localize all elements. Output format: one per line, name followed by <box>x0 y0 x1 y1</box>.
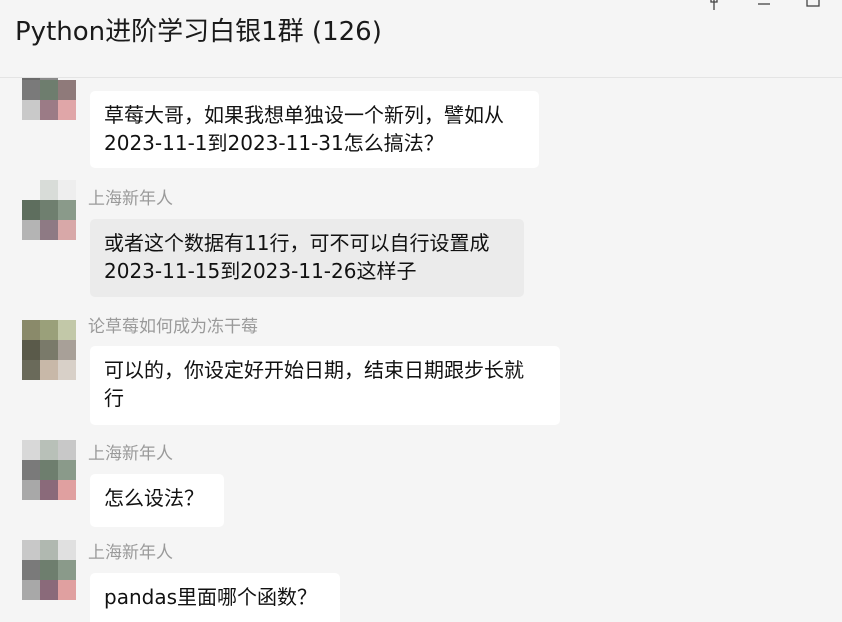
chat-title: Python进阶学习白银1群 (126) <box>15 17 382 47</box>
message-text-line: 行 <box>104 386 124 410</box>
message-text-line: 或者这个数据有11行，可不可以自行设置成 <box>104 231 490 255</box>
message-text-line: 草莓大哥，如果我想单独设一个新列，譬如从 <box>104 103 504 127</box>
maximize-icon[interactable] <box>802 0 824 12</box>
message-bubble[interactable]: 或者这个数据有11行，可不可以自行设置成 2023-11-15到2023-11-… <box>90 219 524 297</box>
message-bubble[interactable]: 可以的，你设定好开始日期，结束日期跟步长就 行 <box>90 346 560 425</box>
avatar[interactable] <box>22 440 76 500</box>
message-item: 上海新年人 怎么设法？ <box>0 440 842 535</box>
sender-name[interactable]: 上海新年人 <box>88 188 173 210</box>
message-item: 上海新年人 或者这个数据有11行，可不可以自行设置成 2023-11-15到20… <box>0 180 842 310</box>
message-item: 论草莓如何成为冻干莓 可以的，你设定好开始日期，结束日期跟步长就 行 <box>0 310 842 440</box>
message-text-line: 2023-11-1到2023-11-31怎么搞法？ <box>104 131 444 155</box>
message-list[interactable]: 草莓大哥，如果我想单独设一个新列，譬如从 2023-11-1到2023-11-3… <box>0 0 842 622</box>
message-text-line: 2023-11-15到2023-11-26这样子 <box>104 259 417 283</box>
avatar[interactable] <box>22 180 76 240</box>
avatar[interactable] <box>22 320 76 380</box>
sender-name[interactable]: 上海新年人 <box>88 443 173 465</box>
sender-name[interactable]: 上海新年人 <box>88 542 173 564</box>
sender-name[interactable]: 论草莓如何成为冻干莓 <box>88 316 258 338</box>
message-item: 上海新年人 pandas里面哪个函数？ <box>0 540 842 622</box>
title-bar: Python进阶学习白银1群 (126) <box>0 0 842 78</box>
chat-window: 草莓大哥，如果我想单独设一个新列，譬如从 2023-11-1到2023-11-3… <box>0 0 842 622</box>
message-bubble[interactable]: 怎么设法？ <box>90 474 224 527</box>
pin-icon[interactable] <box>703 0 725 12</box>
message-bubble[interactable]: 草莓大哥，如果我想单独设一个新列，譬如从 2023-11-1到2023-11-3… <box>90 91 539 168</box>
message-text-line: pandas里面哪个函数？ <box>104 585 317 609</box>
message-text-line: 可以的，你设定好开始日期，结束日期跟步长就 <box>104 358 524 382</box>
minimize-icon[interactable] <box>753 0 775 12</box>
avatar[interactable] <box>22 540 76 600</box>
message-bubble[interactable]: pandas里面哪个函数？ <box>90 573 340 622</box>
message-text-line: 怎么设法？ <box>104 486 204 510</box>
